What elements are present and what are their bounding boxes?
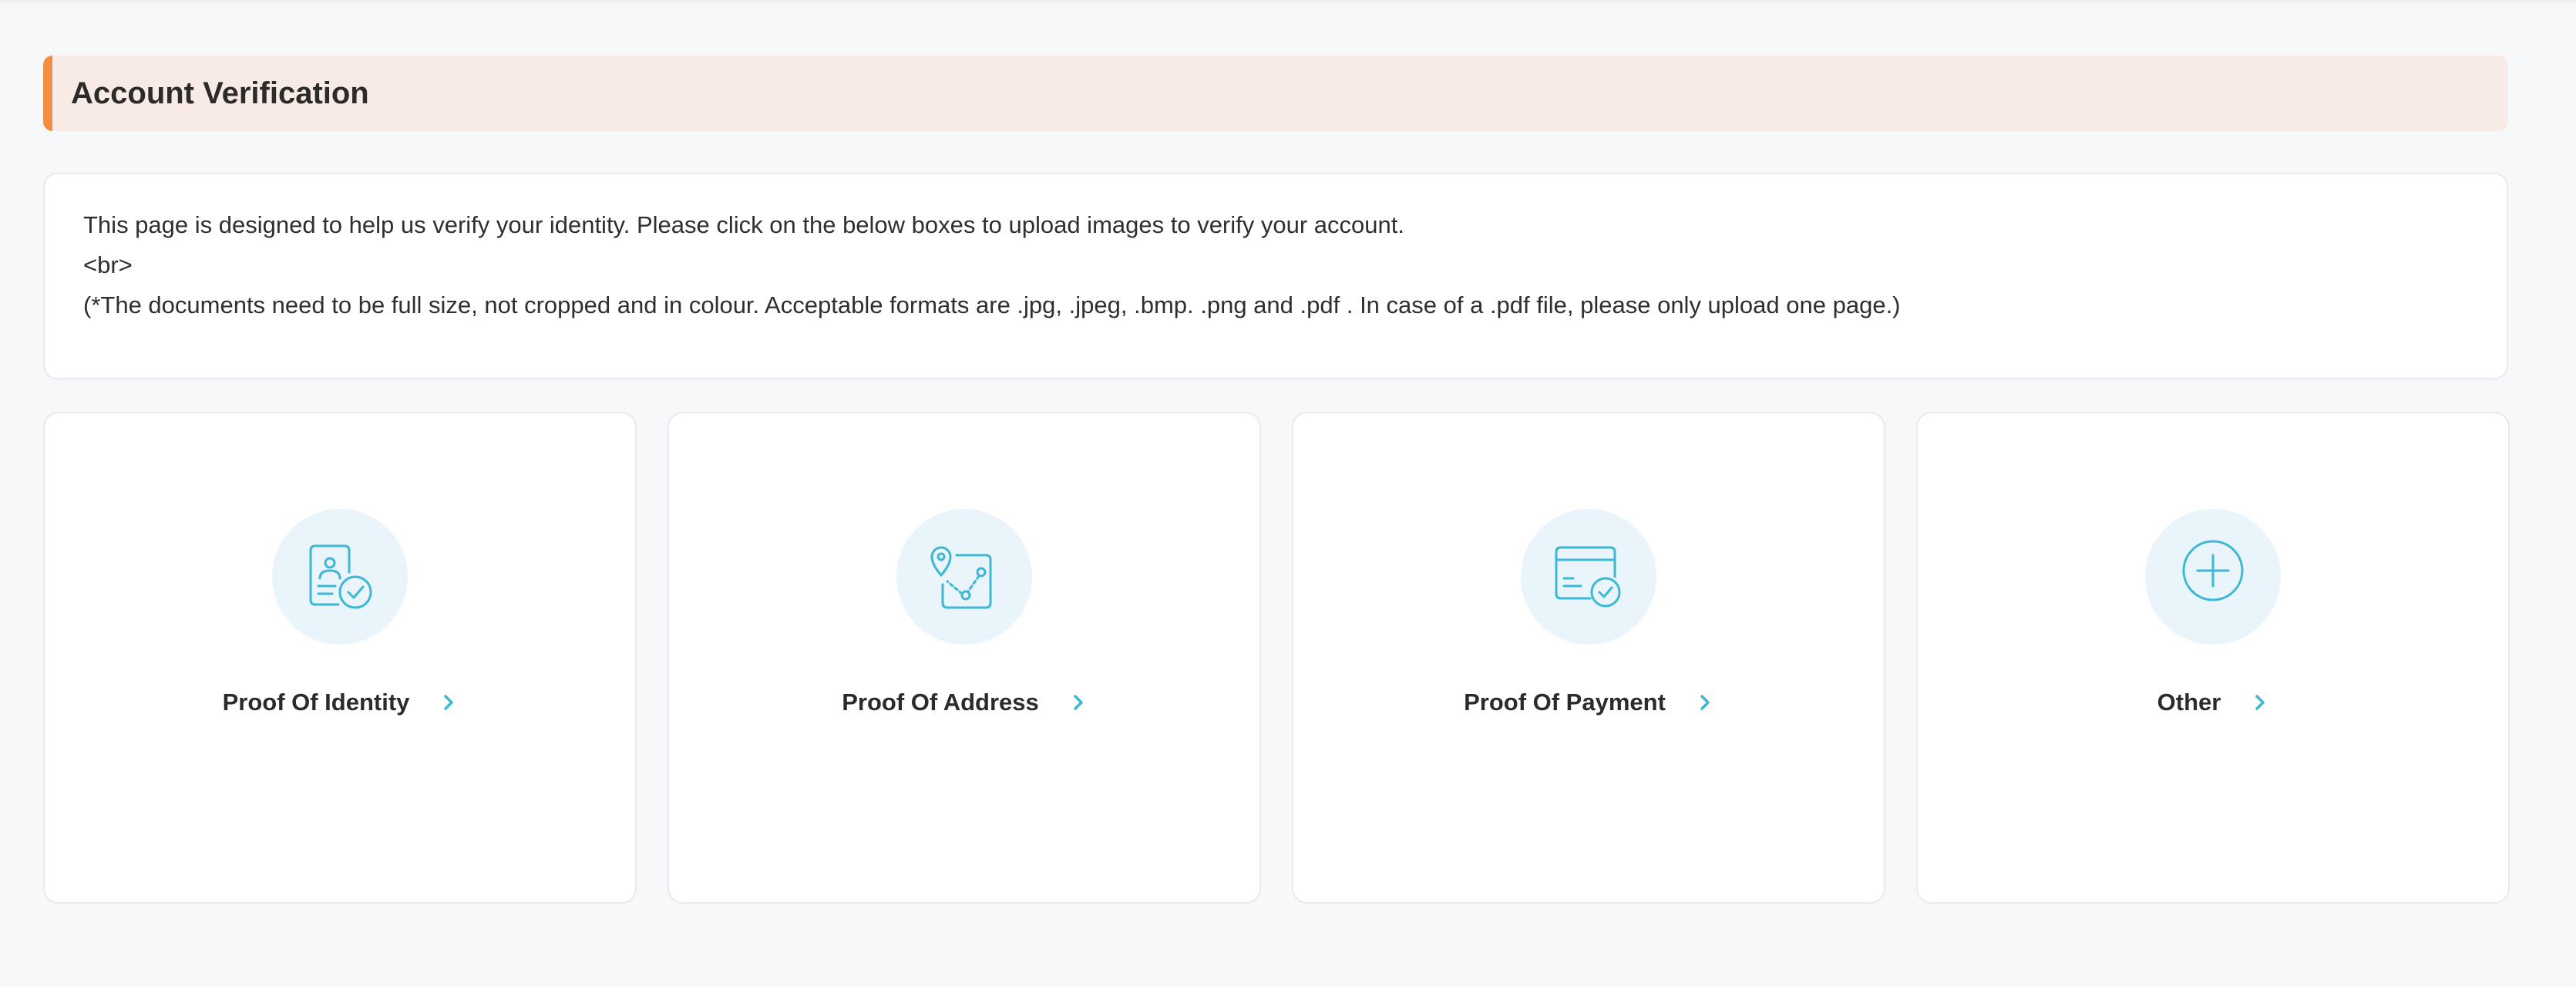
instructions-break-text: <br> (83, 251, 133, 278)
page-title: Account Verification (71, 76, 369, 110)
instructions-note: (*The documents need to be full size, no… (83, 291, 1901, 318)
chevron-right-icon (1700, 695, 1710, 710)
id-card-check-icon (272, 509, 408, 645)
plus-circle-icon (2145, 509, 2281, 645)
page-header: Account Verification (43, 56, 2508, 131)
card-label: Other (2157, 689, 2221, 716)
header-accent-bar (43, 56, 52, 131)
chevron-right-icon (2255, 695, 2265, 710)
top-divider (0, 0, 2576, 3)
proof-of-identity-card[interactable]: Proof Of Identity (43, 412, 637, 904)
chevron-right-icon (1074, 695, 1083, 710)
card-label: Proof Of Address (842, 689, 1039, 716)
other-document-card[interactable]: Other (1916, 412, 2510, 904)
chevron-right-icon (444, 695, 454, 710)
proof-of-payment-card[interactable]: Proof Of Payment (1292, 412, 1885, 904)
instructions-panel: This page is designed to help us verify … (43, 173, 2508, 379)
card-label: Proof Of Payment (1464, 689, 1666, 716)
map-route-icon (896, 509, 1032, 645)
credit-card-check-icon (1521, 509, 1656, 645)
card-label: Proof Of Identity (222, 689, 410, 716)
instructions-text: This page is designed to help us verify … (83, 211, 1404, 238)
proof-of-address-card[interactable]: Proof Of Address (668, 412, 1261, 904)
